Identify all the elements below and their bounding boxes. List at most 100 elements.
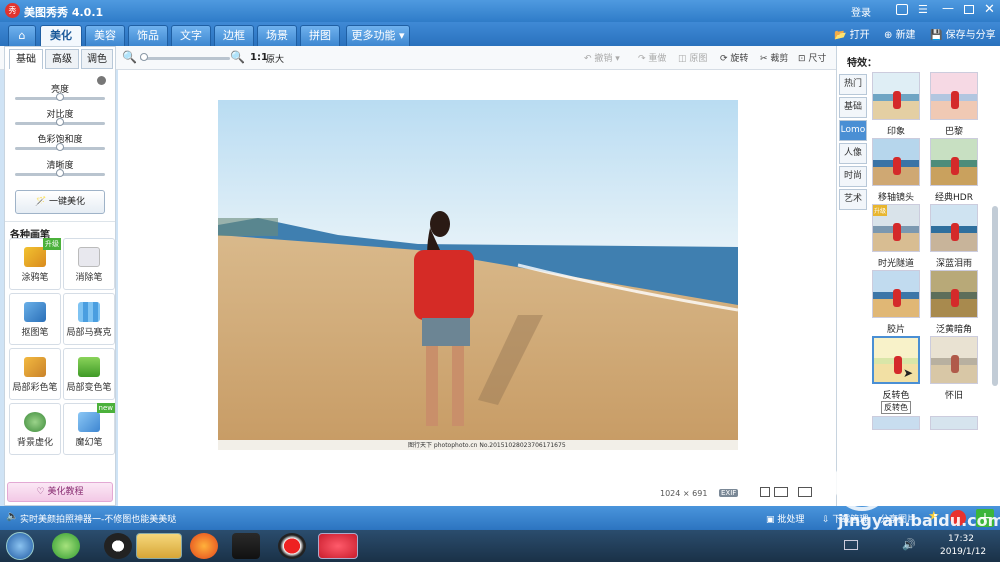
doodle-pen-button[interactable]: 涂鸦笔 升级 (9, 238, 61, 290)
main-menu-bar: ⌂ 美化 美容 饰品 文字 边框 场景 拼图 更多功能 ▾ 📂 打开 ⊕ 新建 … (0, 22, 1000, 46)
tab-more-functions[interactable]: 更多功能 ▾ (346, 25, 410, 46)
undo-button[interactable]: ↶ 撤销 ▾ (584, 51, 620, 64)
zoom-in-icon[interactable]: 🔍 (230, 50, 245, 64)
sharpness-knob[interactable] (56, 169, 64, 177)
redo-button[interactable]: ↷ 重做 (638, 51, 666, 64)
size-label: 尺寸 (808, 54, 827, 64)
background-blur-button[interactable]: 背景虚化 (9, 403, 61, 455)
mosaic-icon (78, 302, 100, 322)
batch-button[interactable]: ▣ 批处理 (766, 512, 804, 525)
menu-icon[interactable]: ☰ (918, 3, 928, 16)
one-click-beautify-button[interactable]: 🪄 一键美化 (15, 190, 105, 214)
cat-lomo[interactable]: Lomo (839, 120, 867, 141)
effect-nostalgia[interactable] (930, 336, 978, 384)
saturation-knob[interactable] (56, 143, 64, 151)
zoom-out-icon[interactable]: 🔍 (122, 50, 137, 64)
effect-classic-hdr[interactable] (930, 138, 978, 186)
close-icon[interactable]: ✕ (984, 2, 995, 17)
cat-hot[interactable]: 热门 (839, 74, 867, 95)
effect-next-row-partial[interactable] (872, 416, 920, 430)
effect-deep-blue[interactable] (930, 204, 978, 252)
cursor-arrow-icon: ➤ (903, 366, 914, 380)
magic-pen-button[interactable]: 魔幻笔 new (63, 403, 115, 455)
original-button[interactable]: ◫ 原图 (678, 51, 707, 64)
start-orb-icon[interactable] (6, 532, 34, 560)
cat-art[interactable]: 艺术 (839, 189, 867, 210)
tab-basic[interactable]: 基础 (9, 49, 43, 69)
effect-impression[interactable] (872, 72, 920, 120)
minimize-icon[interactable]: — (942, 1, 954, 15)
cutout-pen-icon (24, 302, 46, 322)
tab-collage[interactable]: 拼图 (300, 25, 340, 46)
compare-view-icon[interactable] (774, 487, 788, 497)
new-button[interactable]: ⊕ 新建 (884, 26, 916, 41)
effect-paris[interactable] (930, 72, 978, 120)
size-button[interactable]: ⊡ 尺寸 (798, 51, 826, 64)
tab-border[interactable]: 边框 (214, 25, 254, 46)
crop-button[interactable]: ✂ 裁剪 (760, 51, 788, 64)
mosaic-pen-button[interactable]: 局部马赛克 (63, 293, 115, 345)
zoom-original-label[interactable]: 原大 (266, 52, 284, 65)
open-label: 打开 (849, 30, 870, 41)
taskbar-clock-date[interactable]: 2019/1/12 (940, 547, 986, 557)
meitu-taskbar-icon[interactable] (318, 533, 358, 559)
eraser-pen-button[interactable]: 消除笔 (63, 238, 115, 290)
effect-next-row-partial-2[interactable] (930, 416, 978, 430)
media-player-icon[interactable] (232, 533, 260, 559)
browser-360-icon[interactable] (52, 533, 80, 559)
window-title: 美图秀秀 4.0.1 (24, 6, 104, 19)
effect-nostalgia-label: 怀旧 (944, 391, 963, 401)
heart-icon: ♡ (36, 487, 48, 497)
brightness-knob[interactable] (56, 93, 64, 101)
effect-time-tunnel[interactable]: 升级 (872, 204, 920, 252)
tab-advanced[interactable]: 高级 (45, 49, 79, 69)
tab-color[interactable]: 调色 (81, 49, 113, 69)
volume-icon[interactable]: 🔊 (902, 538, 916, 551)
beach-photo[interactable] (218, 100, 738, 450)
recolor-pen-button[interactable]: 局部变色笔 (63, 348, 115, 400)
effect-yellow-vignette[interactable] (930, 270, 978, 318)
status-tip[interactable]: 实时美颜拍照神器一-不修图也能美美哒 (20, 512, 176, 525)
record-icon[interactable] (278, 533, 306, 559)
file-explorer-icon[interactable] (136, 533, 182, 559)
crop-label: 裁剪 (770, 54, 789, 64)
contrast-knob[interactable] (56, 118, 64, 126)
taskbar-clock-time[interactable]: 17:32 (948, 534, 974, 544)
color-brush-icon (24, 357, 46, 377)
effects-scrollbar[interactable] (992, 206, 998, 386)
tab-scene[interactable]: 场景 (257, 25, 297, 46)
open-button[interactable]: 📂 打开 (834, 26, 870, 41)
exif-button[interactable]: EXIF (719, 489, 739, 497)
zoom-slider-knob[interactable] (140, 53, 148, 61)
rotate-button[interactable]: ⟳ 旋转 (720, 51, 748, 64)
effect-classic-hdr-label: 经典HDR (935, 193, 973, 203)
single-view-icon[interactable] (760, 487, 770, 497)
magic-pen-icon (78, 412, 100, 432)
effect-film[interactable] (872, 270, 920, 318)
tab-accessories[interactable]: 饰品 (128, 25, 168, 46)
speaker-icon: 🔈 (6, 511, 19, 522)
mosaic-pen-label: 局部马赛克 (66, 328, 112, 338)
effect-tilt-shift[interactable] (872, 138, 920, 186)
zoom-slider[interactable] (140, 57, 230, 60)
tab-beauty[interactable]: 美容 (85, 25, 125, 46)
maximize-icon[interactable] (964, 5, 974, 14)
login-link[interactable]: 登录 (851, 4, 871, 19)
save-share-button[interactable]: 💾 保存与分享 (930, 26, 996, 41)
tab-text[interactable]: 文字 (171, 25, 211, 46)
cat-basic[interactable]: 基础 (839, 97, 867, 118)
firefox-icon[interactable] (190, 533, 218, 559)
network-icon[interactable] (844, 540, 858, 550)
message-icon[interactable] (896, 4, 908, 15)
tutorial-button[interactable]: ♡ 美化教程 (7, 482, 113, 502)
qq-icon[interactable] (104, 533, 132, 559)
tab-beautify[interactable]: 美化 (40, 25, 82, 46)
split-view-icon[interactable] (798, 487, 812, 497)
cutout-pen-button[interactable]: 抠图笔 (9, 293, 61, 345)
cat-fashion[interactable]: 时尚 (839, 166, 867, 187)
home-tab[interactable]: ⌂ (8, 25, 36, 46)
cat-portrait[interactable]: 人像 (839, 143, 867, 164)
color-pen-button[interactable]: 局部彩色笔 (9, 348, 61, 400)
rotate-label: 旋转 (730, 54, 749, 64)
doodle-pen-icon (24, 247, 46, 267)
